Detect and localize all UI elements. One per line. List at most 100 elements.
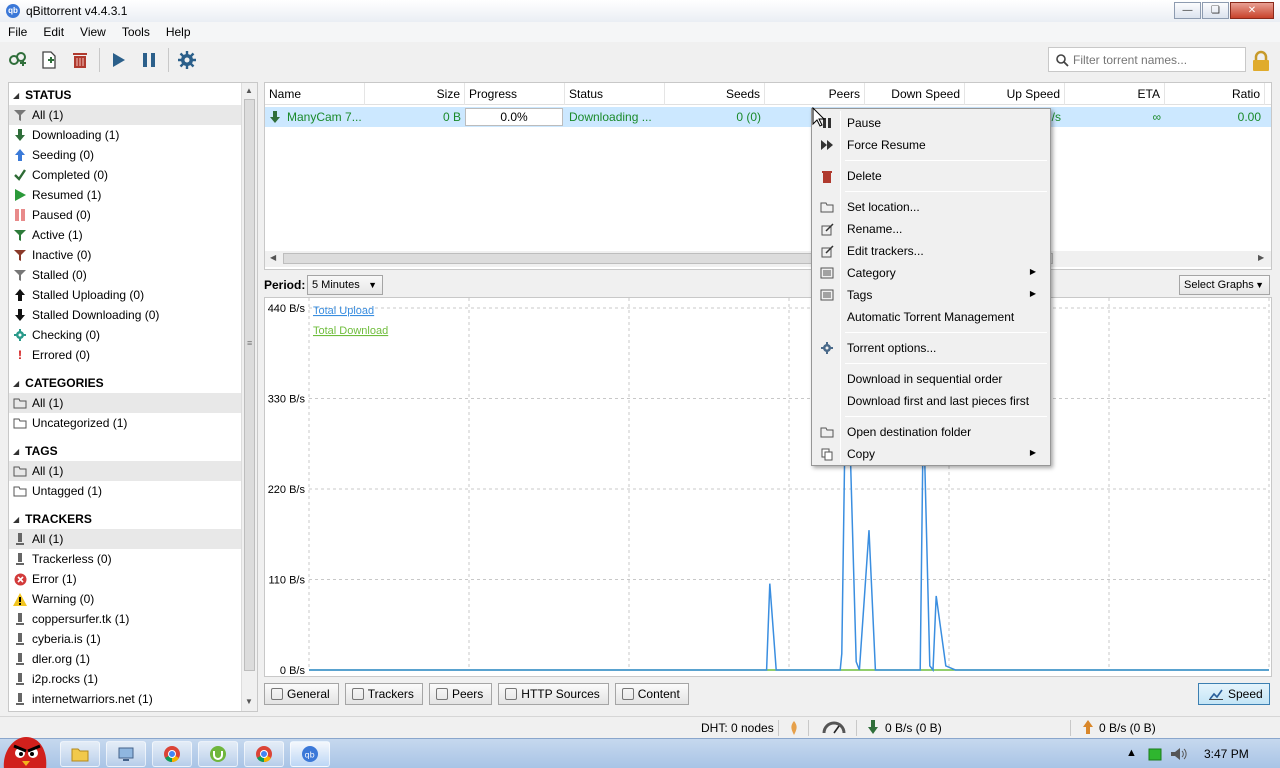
maximize-button[interactable]: ❏ (1202, 2, 1229, 19)
start-angry-bird-icon[interactable] (0, 731, 48, 768)
filter-box[interactable] (1048, 47, 1246, 72)
menu-item-open-destination-folder[interactable]: Open destination folder (814, 421, 1048, 443)
tag-all[interactable]: All (1) (9, 461, 243, 481)
categories-section-header[interactable]: ◢ CATEGORIES (9, 373, 243, 393)
tag-untagged[interactable]: Untagged (1) (9, 481, 243, 501)
taskbar-chrome[interactable] (152, 741, 192, 767)
menu-edit[interactable]: Edit (35, 25, 72, 39)
menu-item-tags[interactable]: Tags ▶ (814, 284, 1048, 306)
menu-item-download-first-and-last-pieces-first[interactable]: Download first and last pieces first (814, 390, 1048, 412)
menu-item-category[interactable]: Category ▶ (814, 262, 1048, 284)
status-downloading[interactable]: Downloading (1) (9, 125, 243, 145)
options-gear-icon[interactable] (175, 48, 199, 72)
menu-file[interactable]: File (0, 25, 35, 39)
menu-item-copy[interactable]: Copy ▶ (814, 443, 1048, 465)
tab-trackers[interactable]: Trackers (344, 683, 423, 705)
add-torrent-file-icon[interactable] (37, 48, 61, 72)
taskbar-qbittorrent[interactable]: qb (290, 741, 330, 767)
sidebar-scroll-thumb[interactable] (244, 99, 255, 671)
status-inactive[interactable]: Inactive (0) (9, 245, 243, 265)
tracker-trackerless[interactable]: Trackerless (0) (9, 549, 243, 569)
col-eta[interactable]: ETA (1065, 83, 1165, 105)
tab-content[interactable]: Content (614, 683, 689, 705)
list-horizontal-scrollbar[interactable]: ◀ ▶ (265, 251, 1271, 267)
speed-limit-icon[interactable] (822, 720, 846, 734)
col-status[interactable]: Status (565, 83, 665, 105)
menu-help[interactable]: Help (158, 25, 199, 39)
clock[interactable]: 3:47 PM (1204, 747, 1249, 761)
tracker-internetwarriors[interactable]: internetwarriors.net (1) (9, 689, 243, 709)
menu-item-torrent-options[interactable]: Torrent options... (814, 337, 1048, 359)
period-select[interactable]: 5 Minutes ▼ (307, 275, 383, 295)
tracker-error[interactable]: Error (1) (9, 569, 243, 589)
menu-item-pause[interactable]: Pause (814, 112, 1048, 134)
scroll-left-icon[interactable]: ◀ (270, 253, 276, 262)
tracker-all[interactable]: All (1) (9, 529, 243, 549)
close-button[interactable]: ✕ (1230, 2, 1274, 19)
status-resumed[interactable]: Resumed (1) (9, 185, 243, 205)
menu-item-edit-trackers[interactable]: Edit trackers... (814, 240, 1048, 262)
menu-view[interactable]: View (72, 25, 114, 39)
status-section-header[interactable]: ◢ STATUS (9, 85, 243, 105)
status-active[interactable]: Active (1) (9, 225, 243, 245)
lock-icon[interactable] (1252, 50, 1270, 72)
status-completed[interactable]: Completed (0) (9, 165, 243, 185)
tray-expand-icon[interactable]: ▲ (1126, 747, 1137, 759)
resume-icon[interactable] (106, 48, 130, 72)
menu-item-automatic-torrent-management[interactable]: Automatic Torrent Management (814, 306, 1048, 328)
add-link-icon[interactable] (6, 48, 30, 72)
tracker-dler[interactable]: dler.org (1) (9, 649, 243, 669)
scroll-up-icon[interactable]: ▲ (245, 86, 253, 95)
sidebar-scrollbar[interactable]: ▲ ▼ (241, 83, 257, 711)
col-size[interactable]: Size (365, 83, 465, 105)
minimize-button[interactable]: — (1174, 2, 1201, 19)
trackers-section-header[interactable]: ◢ TRACKERS (9, 509, 243, 529)
status-stalled-uploading[interactable]: Stalled Uploading (0) (9, 285, 243, 305)
status-stalled-downloading[interactable]: Stalled Downloading (0) (9, 305, 243, 325)
battery-icon[interactable] (1148, 747, 1162, 761)
col-peers[interactable]: Peers (765, 83, 865, 105)
col-up-speed[interactable]: Up Speed (965, 83, 1065, 105)
col-down-speed[interactable]: Down Speed (865, 83, 965, 105)
tracker-i2p-rocks[interactable]: i2p.rocks (1) (9, 669, 243, 689)
volume-icon[interactable] (1170, 747, 1188, 761)
status-checking[interactable]: Checking (0) (9, 325, 243, 345)
tab-speed[interactable]: Speed (1198, 683, 1270, 705)
tags-section-header[interactable]: ◢ TAGS (9, 441, 243, 461)
col-name[interactable]: Name (265, 83, 365, 105)
status-paused[interactable]: Paused (0) (9, 205, 243, 225)
filter-torrent-input[interactable] (1073, 52, 1243, 67)
col-ratio[interactable]: Ratio (1165, 83, 1265, 105)
tab-peers[interactable]: Peers (428, 683, 493, 705)
tab-general[interactable]: General (264, 683, 339, 705)
status-errored[interactable]: ! Errored (0) (9, 345, 243, 365)
status-all[interactable]: All (1) (9, 105, 243, 125)
taskbar-explorer[interactable] (60, 741, 100, 767)
splitter-handle[interactable]: ≡ (247, 338, 252, 348)
category-all[interactable]: All (1) (9, 393, 243, 413)
col-progress[interactable]: Progress (465, 83, 565, 105)
status-stalled[interactable]: Stalled (0) (9, 265, 243, 285)
menu-item-delete[interactable]: Delete (814, 165, 1048, 187)
tracker-coppersurfer[interactable]: coppersurfer.tk (1) (9, 609, 243, 629)
torrent-row[interactable]: ManyCam 7... 0 B 0.0% Downloading ... 0 … (265, 107, 1271, 127)
tracker-warning[interactable]: Warning (0) (9, 589, 243, 609)
col-seeds[interactable]: Seeds (665, 83, 765, 105)
category-uncategorized[interactable]: Uncategorized (1) (9, 413, 243, 433)
tracker-cyberia[interactable]: cyberia.is (1) (9, 629, 243, 649)
select-graphs-dropdown[interactable]: Select Graphs ▼ (1179, 275, 1270, 295)
menu-item-rename[interactable]: Rename... (814, 218, 1048, 240)
menu-item-download-in-sequential-order[interactable]: Download in sequential order (814, 368, 1048, 390)
pause-icon[interactable] (137, 48, 161, 72)
tab-http-sources[interactable]: HTTP Sources (498, 683, 609, 705)
taskbar-chrome-2[interactable] (244, 741, 284, 767)
menu-tools[interactable]: Tools (114, 25, 158, 39)
connection-status-icon[interactable] (788, 721, 800, 735)
taskbar-network[interactable] (106, 741, 146, 767)
scroll-down-icon[interactable]: ▼ (245, 697, 253, 706)
status-seeding[interactable]: Seeding (0) (9, 145, 243, 165)
menu-item-set-location[interactable]: Set location... (814, 196, 1048, 218)
delete-icon[interactable] (68, 48, 92, 72)
taskbar-utorrent[interactable] (198, 741, 238, 767)
scroll-right-icon[interactable]: ▶ (1258, 253, 1264, 262)
